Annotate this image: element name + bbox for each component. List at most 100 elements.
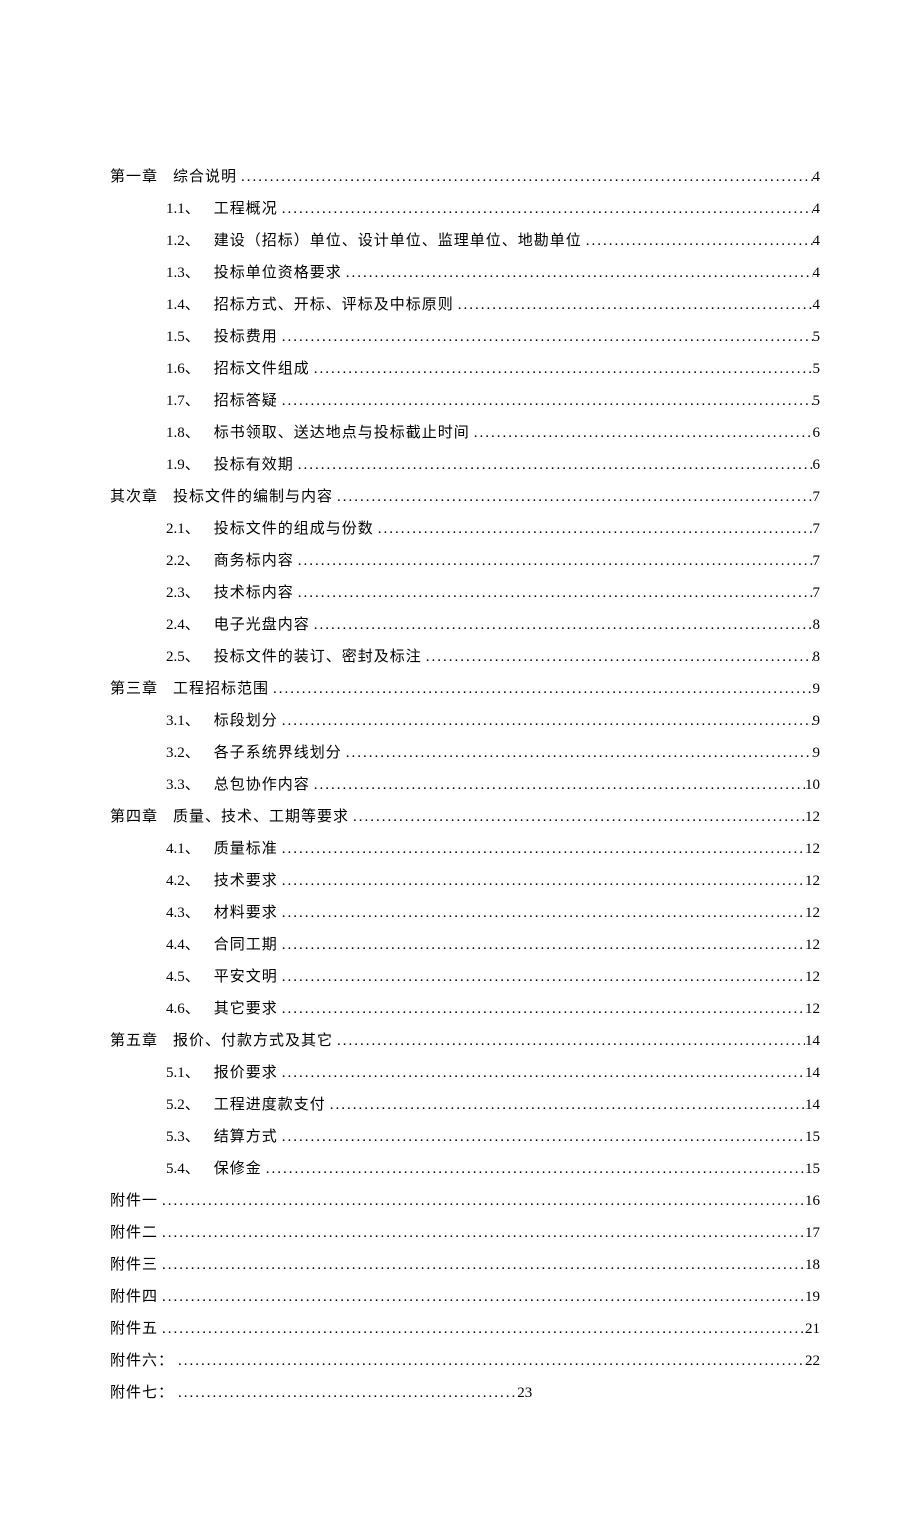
- toc-section-title: 招标文件组成: [214, 357, 310, 378]
- toc-entry: 3.1、标段划分9: [110, 709, 820, 730]
- toc-entry: 4.3、材料要求12: [110, 901, 820, 922]
- toc-section-title: 招标答疑: [214, 389, 278, 410]
- toc-entry: 4.1、质量标准12: [110, 837, 820, 858]
- toc-section-number: 1.7、: [110, 389, 214, 410]
- toc-page-number: 4: [813, 297, 821, 314]
- toc-entry: 第三章 工程招标范围9: [110, 677, 820, 698]
- toc-section-title: 各子系统界线划分: [214, 741, 342, 762]
- toc-section-title: 标段划分: [214, 709, 278, 730]
- toc-entry: 1.9、投标有效期 6: [110, 453, 820, 474]
- toc-section-number: 4.4、: [110, 933, 214, 954]
- toc-entry: 2.5、投标文件的装订、密封及标注8: [110, 645, 820, 666]
- toc-section-number: 4.6、: [110, 997, 214, 1018]
- toc-leader-dots: [310, 617, 813, 634]
- toc-entry: 1.4、招标方式、开标、评标及中标原则 4: [110, 293, 820, 314]
- toc-page-number: 19: [805, 1289, 820, 1306]
- toc-chapter-title: 质量、技术、工期等要求: [173, 805, 349, 826]
- toc-leader-dots: [278, 329, 813, 346]
- toc-leader-dots: [158, 1225, 805, 1242]
- toc-page-number: 8: [813, 649, 821, 666]
- toc-attachment-label: 附件六：: [110, 1349, 174, 1370]
- toc-leader-dots: [278, 1001, 805, 1018]
- toc-leader-dots: [342, 265, 813, 282]
- toc-section-title: 其它要求: [214, 997, 278, 1018]
- toc-entry: 3.2、各子系统界线划分9: [110, 741, 820, 762]
- toc-attachment-label: 附件一: [110, 1189, 158, 1210]
- toc-page-number: 15: [805, 1161, 820, 1178]
- toc-page-number: 15: [805, 1129, 820, 1146]
- toc-section-number: 3.2、: [110, 741, 214, 762]
- toc-entry: 附件一16: [110, 1189, 820, 1210]
- toc-entry: 2.2、商务标内容7: [110, 549, 820, 570]
- toc-entry: 2.1、投标文件的组成与份数7: [110, 517, 820, 538]
- toc-page-number: 12: [805, 873, 820, 890]
- toc-section-title: 投标费用: [214, 325, 278, 346]
- toc-leader-dots: [278, 393, 813, 410]
- toc-attachment-label: 附件四: [110, 1285, 158, 1306]
- toc-entry: 1.6、招标文件组成5: [110, 357, 820, 378]
- toc-leader-dots: [333, 1033, 805, 1050]
- toc-section-title: 电子光盘内容: [214, 613, 310, 634]
- toc-entry: 附件三 18: [110, 1253, 820, 1274]
- toc-section-number: 5.1、: [110, 1061, 214, 1082]
- toc-section-title: 质量标准: [214, 837, 278, 858]
- toc-section-number: 1.2、: [110, 229, 214, 250]
- toc-leader-dots: [326, 1097, 805, 1114]
- toc-section-title: 保修金: [214, 1157, 262, 1178]
- toc-page-number: 22: [805, 1353, 820, 1370]
- toc-entry: 5.1、报价要求14: [110, 1061, 820, 1082]
- toc-page-number: 6: [813, 457, 821, 474]
- toc-page-number: 10: [805, 777, 820, 794]
- toc-attachment-label: 附件五: [110, 1317, 158, 1338]
- toc-leader-dots: [349, 809, 805, 826]
- toc-entry: 1.3、投标单位资格要求4: [110, 261, 820, 282]
- toc-entry: 2.3、技术标内容7: [110, 581, 820, 602]
- toc-entry: 3.3、总包协作内容10: [110, 773, 820, 794]
- toc-page-number: 4: [813, 201, 821, 218]
- toc-leader-dots: [158, 1321, 805, 1338]
- toc-section-title: 工程概况: [214, 197, 278, 218]
- toc-section-title: 平安文明: [214, 965, 278, 986]
- toc-section-title: 标书领取、送达地点与投标截止时间: [214, 421, 470, 442]
- toc-section-number: 5.4、: [110, 1157, 214, 1178]
- toc-page-number: 5: [813, 361, 821, 378]
- toc-entry: 1.7、招标答疑 5: [110, 389, 820, 410]
- toc-leader-dots: [278, 905, 805, 922]
- toc-page-number: 6: [813, 425, 821, 442]
- toc-leader-dots: [269, 681, 812, 698]
- toc-section-number: 5.3、: [110, 1125, 214, 1146]
- toc-section-number: 1.9、: [110, 453, 214, 474]
- toc-page-number: 14: [805, 1097, 820, 1114]
- toc-entry: 第五章 报价、付款方式及其它14: [110, 1029, 820, 1050]
- toc-page-number: 5: [813, 393, 821, 410]
- toc-section-number: 4.1、: [110, 837, 214, 858]
- toc-attachment-label: 附件三: [110, 1253, 158, 1274]
- toc-chapter-title: 投标文件的编制与内容: [173, 485, 333, 506]
- toc-attachment-label: 附件七：: [110, 1381, 174, 1402]
- toc-entry: 1.8、标书领取、送达地点与投标截止时间6: [110, 421, 820, 442]
- toc-entry: 4.6、其它要求12: [110, 997, 820, 1018]
- toc-page-number: 4: [813, 233, 821, 250]
- toc-entry: 第四章 质量、技术、工期等要求12: [110, 805, 820, 826]
- toc-section-title: 招标方式、开标、评标及中标原则: [214, 293, 454, 314]
- toc-section-number: 1.4、: [110, 293, 214, 314]
- toc-section-number: 2.4、: [110, 613, 214, 634]
- toc-entry: 5.4、保修金 15: [110, 1157, 820, 1178]
- toc-entry: 1.1、工程概况4: [110, 197, 820, 218]
- toc-section-title: 投标有效期: [214, 453, 294, 474]
- toc-section-title: 投标单位资格要求: [214, 261, 342, 282]
- toc-section-number: 2.5、: [110, 645, 214, 666]
- toc-leader-dots: [158, 1193, 805, 1210]
- toc-section-number: 1.3、: [110, 261, 214, 282]
- toc-section-title: 材料要求: [214, 901, 278, 922]
- toc-page-number: 17: [805, 1225, 820, 1242]
- toc-page-number: 18: [805, 1257, 820, 1274]
- toc-section-title: 技术标内容: [214, 581, 294, 602]
- toc-page-number: 5: [813, 329, 821, 346]
- toc-chapter-label: 第三章: [110, 677, 158, 698]
- toc-entry: 1.2、建设（招标）单位、设计单位、监理单位、地勘单位4: [110, 229, 820, 250]
- toc-page-number: 23: [517, 1385, 532, 1402]
- toc-leader-dots: [582, 233, 813, 250]
- toc-leader-dots: [278, 873, 805, 890]
- toc-leader-dots: [294, 585, 813, 602]
